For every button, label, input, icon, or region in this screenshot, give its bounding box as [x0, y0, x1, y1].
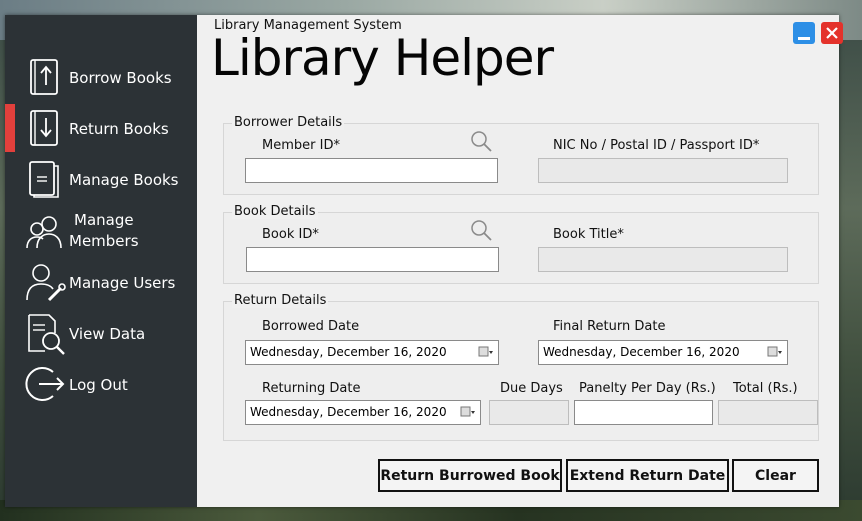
sidebar-item-label: Log Out — [69, 376, 128, 394]
sidebar-item-return-books[interactable]: Return Books — [5, 104, 197, 152]
user-settings-icon — [26, 264, 66, 302]
clear-button[interactable]: Clear — [732, 459, 819, 492]
penalty-input[interactable] — [574, 400, 713, 425]
sidebar-item-label: Manage Users — [69, 274, 176, 292]
view-data-icon — [28, 314, 65, 355]
borrower-details-group: Borrower Details Member ID* NIC No / Pos… — [223, 115, 819, 195]
borrowed-date-picker[interactable]: Wednesday, December 16, 2020 — [245, 340, 499, 365]
due-days-field[interactable] — [489, 400, 569, 425]
final-return-date-value: Wednesday, December 16, 2020 — [543, 345, 740, 359]
borrower-details-title: Borrower Details — [232, 115, 345, 130]
book-title-label: Book Title* — [553, 227, 624, 242]
sidebar-item-label-line1: Manage — [74, 211, 134, 229]
return-book-icon — [30, 110, 58, 146]
sidebar-item-view-data[interactable]: View Data — [5, 309, 197, 357]
sidebar: Borrow Books Return Books Manage Books M… — [5, 15, 197, 507]
return-borrowed-book-button[interactable]: Return Burrowed Book — [378, 459, 562, 492]
manage-books-icon — [29, 161, 59, 198]
borrowed-date-label: Borrowed Date — [262, 319, 360, 334]
calendar-dropdown-icon[interactable] — [460, 405, 476, 420]
returning-date-picker[interactable]: Wednesday, December 16, 2020 — [245, 400, 481, 425]
sidebar-item-log-out[interactable]: Log Out — [5, 360, 197, 408]
return-details-group: Return Details Borrowed Date Wednesday, … — [223, 293, 819, 441]
members-icon — [26, 216, 62, 249]
extend-return-date-button[interactable]: Extend Return Date — [566, 459, 729, 492]
returning-date-label: Returning Date — [262, 381, 361, 396]
book-title-field[interactable] — [538, 247, 788, 272]
sidebar-item-manage-members[interactable]: Manage Members — [5, 206, 197, 258]
final-return-date-label: Final Return Date — [553, 319, 666, 334]
book-id-input[interactable] — [246, 247, 499, 272]
borrow-book-icon — [30, 59, 58, 95]
book-id-label: Book ID* — [262, 227, 319, 242]
calendar-dropdown-icon[interactable] — [767, 345, 783, 360]
main-panel: Library Management System Library Helper… — [197, 15, 843, 507]
nic-field[interactable] — [538, 158, 788, 183]
logout-icon — [25, 367, 65, 401]
return-details-title: Return Details — [232, 293, 329, 308]
close-icon — [826, 27, 838, 39]
active-indicator — [5, 104, 15, 152]
close-button[interactable] — [821, 22, 843, 44]
book-details-title: Book Details — [232, 204, 318, 219]
sidebar-item-manage-books[interactable]: Manage Books — [5, 155, 197, 203]
app-window: Borrow Books Return Books Manage Books M… — [5, 15, 843, 507]
calendar-dropdown-icon[interactable] — [478, 345, 494, 360]
member-id-label: Member ID* — [262, 138, 340, 153]
member-id-input[interactable] — [245, 158, 498, 183]
sidebar-item-label-line2: Members — [69, 232, 139, 250]
sidebar-item-label: View Data — [69, 325, 146, 343]
search-member-icon[interactable] — [469, 129, 495, 155]
search-book-icon[interactable] — [469, 218, 495, 244]
sidebar-item-label: Manage Books — [69, 171, 179, 189]
minimize-button[interactable] — [793, 22, 815, 44]
sidebar-item-label: Return Books — [69, 120, 169, 138]
sidebar-item-label: Borrow Books — [69, 69, 172, 87]
sidebar-item-manage-users[interactable]: Manage Users — [5, 258, 197, 306]
final-return-date-picker[interactable]: Wednesday, December 16, 2020 — [538, 340, 788, 365]
due-days-label: Due Days — [500, 381, 563, 396]
book-details-group: Book Details Book ID* Book Title* — [223, 204, 819, 284]
borrowed-date-value: Wednesday, December 16, 2020 — [250, 345, 447, 359]
page-title: Library Helper — [211, 29, 554, 87]
penalty-label: Panelty Per Day (Rs.) — [579, 381, 716, 396]
nic-label: NIC No / Postal ID / Passport ID* — [553, 138, 760, 153]
total-label: Total (Rs.) — [733, 381, 798, 396]
returning-date-value: Wednesday, December 16, 2020 — [250, 405, 447, 419]
sidebar-item-borrow-books[interactable]: Borrow Books — [5, 53, 197, 101]
total-field[interactable] — [718, 400, 818, 425]
